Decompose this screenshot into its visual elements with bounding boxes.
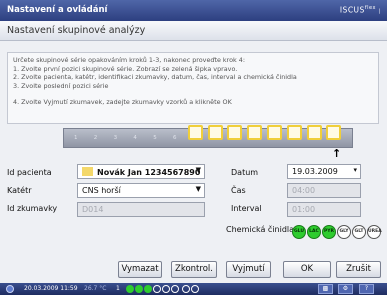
date-label: Datum [231,168,259,177]
position-number: 4 [133,135,137,141]
instructions-box: Určete skupinové série opakováním kroků … [7,52,379,124]
chevron-down-icon: ▾ [353,166,357,174]
chevron-down-icon: ▼ [195,185,201,193]
time-field[interactable]: 04:00 [287,183,361,198]
reagent-lac-toggle[interactable]: LAC [307,225,321,239]
green-arrow-indicator: ↑ [332,147,342,160]
reagents-label: Chemická činidla [226,225,295,234]
temperature-display: 26.7 °C [84,285,107,292]
catheter-select[interactable]: CNS horší ▼ [77,183,205,198]
instruction-line: 3. Zvolte poslední pozici série [13,81,109,90]
sample-slot[interactable] [207,125,223,140]
position-number: 6 [173,135,177,141]
reagent-pyr-toggle[interactable]: PYR [322,225,336,239]
status-empty-icon [153,285,161,293]
window-title: Nastavení a ovládání [7,5,108,15]
reagent-gly-toggle[interactable]: GLY [337,225,351,239]
check-button[interactable]: Zkontrol. [171,261,217,278]
cancel-button[interactable]: Zrušit [336,261,381,278]
sample-slot[interactable] [286,125,302,140]
status-empty-icon [182,285,190,293]
position-number: 1 [74,135,78,141]
status-green-icon [135,285,143,293]
patient-label: Id pacienta [7,168,52,177]
print-icon[interactable]: ▩ [318,284,333,294]
sample-slot[interactable] [267,125,282,140]
position-number: 2 [93,135,98,141]
taskbar: 20.03.2009 11:59 26.7 °C 1 ▩ ⚙ ? [0,283,387,295]
tube-id-field[interactable]: D014 [77,202,205,217]
sample-slot[interactable] [227,125,243,140]
catheter-label: Katétr [7,186,32,195]
status-green-icon [126,285,134,293]
interval-field[interactable]: 01:00 [287,202,361,217]
brand-logo: ISCUSflex | [339,5,381,15]
datetime-display: 20.03.2009 11:59 [24,285,78,292]
status-empty-icon [162,285,170,293]
section-header: Nastavení skupinové analýzy [0,21,387,41]
patient-color-swatch [82,167,93,176]
count-display: 1 [116,285,120,292]
page-title: Nastavení skupinové analýzy [7,25,146,36]
sample-slot[interactable] [247,125,263,140]
time-label: Čas [231,186,246,195]
interval-label: Interval [231,204,262,213]
status-green-icon [144,285,152,293]
status-empty-icon [171,285,179,293]
instruction-line [13,90,373,98]
reagent-urea-toggle[interactable]: UREA [367,225,382,239]
patient-select[interactable]: Novák Jan 1234567890 ▼ [77,164,205,179]
instruction-line: 4. Zvolte Vyjmutí zkumavek, zadejte zkum… [13,98,232,107]
remove-tubes-button[interactable]: Vyjmutí [226,261,271,278]
chevron-down-icon: ▼ [195,166,201,174]
position-number: 5 [153,135,157,141]
sample-slot[interactable] [326,125,342,140]
title-bar: Nastavení a ovládání ISCUSflex | [0,0,387,21]
position-number: 3 [113,135,118,141]
reagent-glt-toggle[interactable]: GLT [352,225,366,239]
help-icon[interactable]: ? [359,284,374,294]
instruction-line: Určete skupinové série opakováním kroků … [13,56,245,64]
status-empty-icon [191,285,199,293]
sample-slot[interactable] [187,125,203,140]
gear-icon[interactable]: ⚙ [338,284,353,294]
clear-button[interactable]: Vymazat [118,261,162,278]
sample-slot[interactable] [306,125,322,140]
reagent-glu-toggle[interactable]: GLU [292,225,306,239]
info-icon[interactable] [6,285,14,293]
instruction-line: 2. Zvolte pacienta, katétr, identifikaci… [13,73,297,82]
date-picker[interactable]: 19.03.2009 ▾ [287,164,361,179]
tube-id-label: Id zkumavky [7,204,58,213]
instruction-line: 1. Zvolte první pozici skupinové série. … [13,64,238,73]
ok-button[interactable]: OK [283,261,331,278]
